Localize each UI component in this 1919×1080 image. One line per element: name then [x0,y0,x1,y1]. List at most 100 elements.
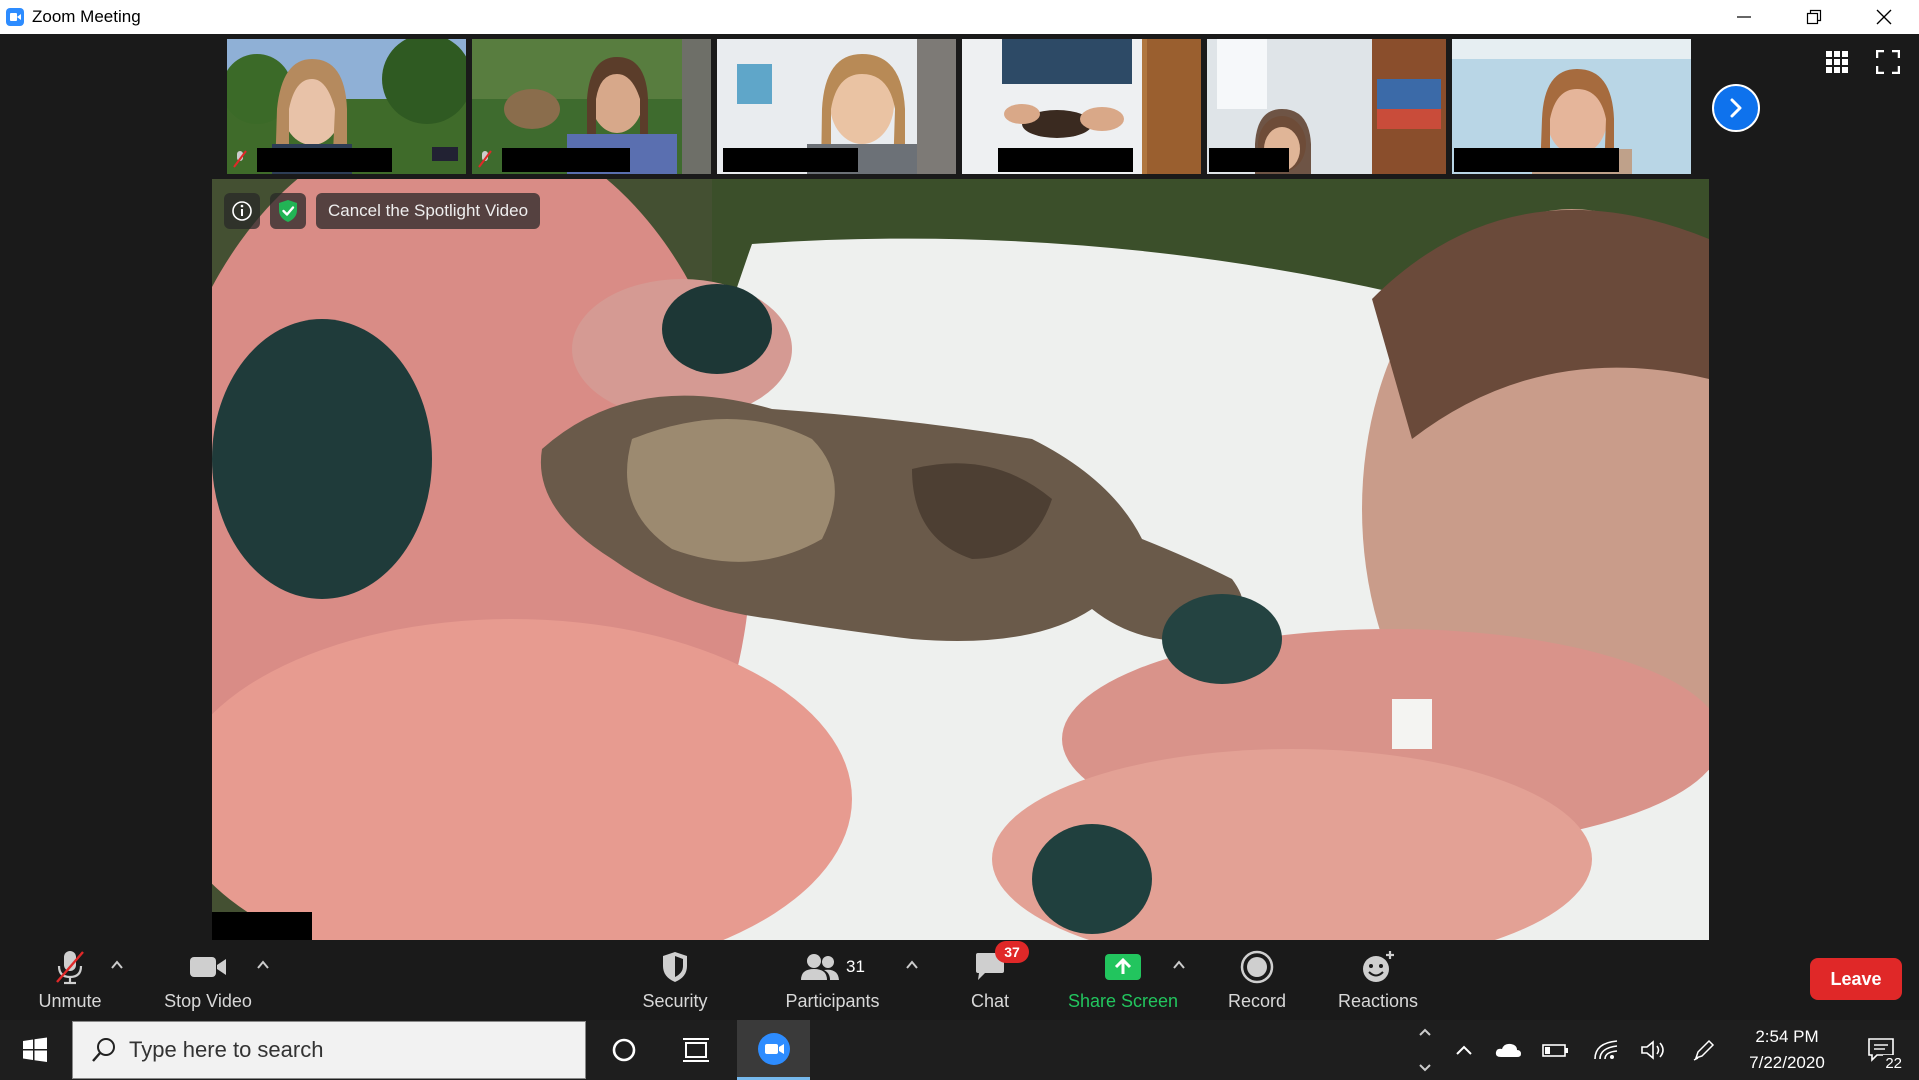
leave-meeting-button[interactable]: Leave [1810,958,1902,1000]
participant-thumbnail[interactable] [962,39,1201,174]
participant-thumbnail[interactable] [1207,39,1446,174]
stop-video-label: Stop Video [164,991,252,1011]
zoom-taskbar-button[interactable] [737,1020,810,1080]
video-camera-icon [190,957,226,977]
reactions-label: Reactions [1337,991,1419,1011]
taskbar-clock[interactable]: 2:54 PM 7/22/2020 [1734,1020,1840,1080]
next-page-button[interactable] [1712,84,1760,132]
chevron-up-icon [1456,1045,1472,1055]
participant-thumbnail[interactable] [717,39,956,174]
participant-name-redacted [998,148,1133,172]
cloud-icon [1495,1043,1521,1057]
chat-label: Chat [970,991,1010,1011]
participants-count: 31 [846,957,865,976]
chat-button[interactable]: 37 Chat [960,940,1029,1020]
share-options-caret[interactable] [1172,958,1186,972]
network-button[interactable] [1586,1020,1626,1080]
speaker-name-redacted [212,912,312,940]
show-hidden-icons-button[interactable] [1446,1020,1482,1080]
participant-name-redacted [502,148,630,172]
scroll-arrows-icon [1419,1028,1431,1072]
participant-thumbnail[interactable] [1452,39,1691,174]
volume-button[interactable] [1634,1020,1674,1080]
meeting-toolbar: Unmute Stop Video Security 31 Participan… [0,940,1919,1020]
meeting-info-button[interactable] [224,193,260,229]
task-view-button[interactable] [668,1020,724,1080]
reactions-smiley-icon [1363,951,1394,982]
muted-mic-icon [478,150,492,168]
onedrive-button[interactable] [1490,1020,1526,1080]
window-controls [1709,0,1919,34]
wifi-icon [1594,1040,1618,1060]
encryption-status-button[interactable] [270,193,306,229]
cortana-circle-icon [612,1038,636,1062]
participants-options-caret[interactable] [905,958,919,972]
clock-date: 7/22/2020 [1749,1053,1825,1072]
participants-icon [801,954,840,980]
clock-time: 2:54 PM [1755,1027,1819,1046]
security-shield-icon [663,952,687,982]
restore-button[interactable] [1779,0,1849,34]
reactions-button[interactable]: Reactions [1330,940,1426,1020]
minimize-icon [1737,16,1751,18]
chat-unread-badge: 37 [995,941,1029,963]
fullscreen-button[interactable] [1875,49,1901,75]
stop-video-button[interactable]: Stop Video [150,940,266,1020]
grid-icon [1826,51,1848,73]
participant-name-redacted [1209,148,1289,172]
battery-button[interactable] [1536,1020,1576,1080]
share-screen-label: Share Screen [1067,991,1179,1011]
spotlight-video-feed [212,179,1709,940]
notification-count: 22 [1883,1055,1904,1072]
zoom-app-icon [6,8,24,26]
meeting-area: Cancel the Spotlight Video [0,34,1919,940]
gallery-view-button[interactable] [1825,50,1849,74]
battery-icon [1542,1044,1568,1057]
action-center-button[interactable]: 22 [1856,1020,1906,1080]
security-label: Security [642,991,708,1011]
task-view-icon [683,1038,709,1062]
participant-thumbnail[interactable] [472,39,711,174]
pen-workspace-button[interactable] [1686,1020,1722,1080]
participant-name-redacted [257,148,392,172]
speaker-icon [1641,1040,1664,1060]
chevron-right-icon [1730,98,1742,118]
search-placeholder: Type here to search [129,1037,324,1062]
windows-logo-icon [23,1037,47,1062]
audio-options-caret[interactable] [110,958,124,972]
spotlight-controls: Cancel the Spotlight Video [224,193,541,229]
cortana-button[interactable] [596,1020,652,1080]
video-options-caret[interactable] [256,958,270,972]
security-button[interactable]: Security [630,940,720,1020]
share-screen-button[interactable]: Share Screen [1064,940,1182,1020]
close-button[interactable] [1849,0,1919,34]
close-icon [1876,9,1892,25]
zoom-app-icon [757,1032,790,1065]
participants-button[interactable]: 31 Participants [775,940,890,1020]
start-button[interactable] [0,1020,70,1080]
share-screen-icon [1105,954,1141,980]
participant-thumbnail-strip [227,39,1691,174]
window-title: Zoom Meeting [32,7,141,26]
pen-icon [1693,1039,1715,1061]
restore-icon [1806,9,1822,25]
windows-taskbar: Type here to search 2:54 PM 7/22/2020 22 [0,1020,1919,1080]
tray-scroll[interactable] [1412,1020,1438,1080]
unmute-button[interactable]: Unmute [30,940,110,1020]
participant-name-redacted [723,148,858,172]
participant-thumbnail[interactable] [227,39,466,174]
unmute-label: Unmute [38,991,102,1011]
search-icon [92,1038,115,1062]
shield-check-icon [279,200,297,222]
participants-label: Participants [785,991,880,1011]
minimize-button[interactable] [1709,0,1779,34]
window-titlebar: Zoom Meeting [0,0,1919,34]
cancel-spotlight-button[interactable]: Cancel the Spotlight Video [316,193,541,229]
muted-mic-icon [233,150,247,168]
record-label: Record [1227,991,1287,1011]
info-icon [232,201,252,221]
fullscreen-icon [1875,49,1901,75]
muted-microphone-icon [56,951,84,985]
record-button[interactable]: Record [1220,940,1294,1020]
taskbar-search-box[interactable]: Type here to search [72,1021,586,1079]
